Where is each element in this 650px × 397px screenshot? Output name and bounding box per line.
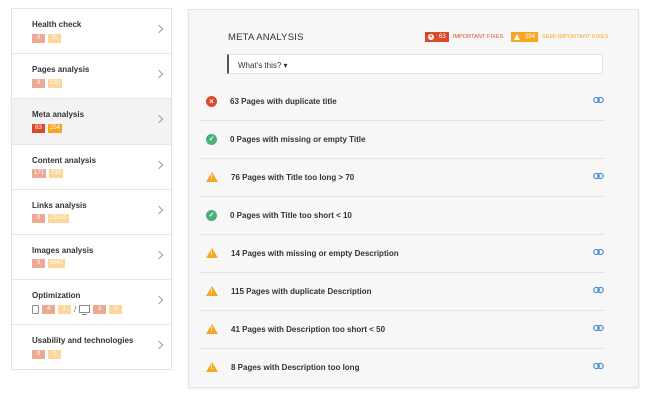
important-count-badge: 0 xyxy=(32,33,45,43)
issue-text: 76 Pages with Title too long > 70 xyxy=(231,172,355,182)
error-icon: × xyxy=(428,34,434,40)
mobile-count-badge: 4 xyxy=(42,304,55,314)
sidebar-item[interactable]: Usability and technologies 0 1 xyxy=(12,325,171,370)
link-icon[interactable] xyxy=(593,286,604,294)
sidebar-item-label: Links analysis xyxy=(32,200,87,210)
sidebar-item-label: Meta analysis xyxy=(32,110,85,120)
issue-text: 14 Pages with missing or empty Descripti… xyxy=(231,248,399,258)
sidebar-item-badges: 0 11 xyxy=(32,33,171,43)
sidebar-item-label: Optimization xyxy=(32,291,81,301)
semi-important-count-badge: 1 xyxy=(48,349,61,359)
semi-important-count-badge: 254 xyxy=(48,123,63,133)
sidebar-item-label: Usability and technologies xyxy=(32,336,134,346)
mobile-icon xyxy=(32,304,39,314)
sidebar-item[interactable]: Links analysis 0 21610 xyxy=(12,190,171,235)
semi-important-count-badge: 21610 xyxy=(48,214,69,224)
issue-text: 0 Pages with Title too short < 10 xyxy=(230,210,352,220)
issue-row: ✓ 0 Pages with missing or empty Title xyxy=(189,120,640,158)
sidebar-item-label: Health check xyxy=(32,20,82,29)
semi-important-fixes-legend: 254 SEMI-IMPORTANT FIXES xyxy=(511,32,609,42)
warning-icon: ! xyxy=(206,286,218,296)
sidebar-item-label: Pages analysis xyxy=(32,65,90,75)
issue-row: ! 8 Pages with Description too long xyxy=(189,348,640,386)
link-icon[interactable] xyxy=(593,172,604,180)
desktop-count-badge: 0 xyxy=(109,304,123,314)
warning-icon xyxy=(514,34,520,40)
sidebar: Health check 0 11 Pages analysis 3 132 Meta an… xyxy=(11,8,172,370)
issue-row: ! 76 Pages with Title too long > 70 xyxy=(189,158,640,196)
semi-important-count-badge: 215 xyxy=(49,169,64,179)
semi-important-fixes-label: SEMI-IMPORTANT FIXES xyxy=(542,34,609,40)
sidebar-item-label: Content analysis xyxy=(32,155,97,165)
issue-row: ! 14 Pages with missing or empty Descript… xyxy=(189,234,640,272)
sidebar-item-badges: 63 254 xyxy=(32,123,171,133)
important-fixes-badge: × 63 xyxy=(425,32,449,42)
link-icon[interactable] xyxy=(593,248,604,256)
meta-analysis-panel: META ANALYSIS × 63 IMPORTANT FIXES 254 S… xyxy=(188,9,639,388)
semi-important-fixes-badge: 254 xyxy=(511,32,539,42)
sidebar-item[interactable]: Content analysis 171 215 xyxy=(12,145,171,190)
sidebar-item-badges: 0 6641 xyxy=(32,259,171,269)
semi-important-count-badge: 11 xyxy=(48,33,61,43)
sidebar-item[interactable]: Meta analysis 63 254 xyxy=(12,99,171,145)
semi-important-fixes-count: 254 xyxy=(525,34,536,40)
sidebar-item[interactable]: Health check 0 11 xyxy=(12,9,171,55)
semi-important-count-badge: 6641 xyxy=(48,259,66,269)
desktop-icon xyxy=(79,305,91,316)
link-icon[interactable] xyxy=(593,362,604,370)
semi-important-count-badge: 132 xyxy=(48,78,63,88)
issue-row: ✓ 0 Pages with Title too short < 10 xyxy=(189,196,640,234)
issue-text: 0 Pages with missing or empty Title xyxy=(230,134,366,144)
issue-text: 41 Pages with Description too short < 50 xyxy=(231,324,386,334)
issue-text: 115 Pages with duplicate Description xyxy=(231,286,372,296)
check-icon: ✓ xyxy=(206,133,217,145)
important-count-badge: 0 xyxy=(32,214,45,224)
panel-title: META ANALYSIS xyxy=(228,32,304,43)
issue-text: 63 Pages with duplicate title xyxy=(230,96,337,106)
important-count-badge: 63 xyxy=(32,123,45,133)
sidebar-item-label: Images analysis xyxy=(32,245,94,255)
issue-text: 8 Pages with Description too long xyxy=(231,362,360,372)
issue-row: × 63 Pages with duplicate title xyxy=(189,82,640,120)
sidebar-item[interactable]: Pages analysis 3 132 xyxy=(12,54,171,100)
important-fixes-label: IMPORTANT FIXES xyxy=(452,34,504,40)
important-count-badge: 171 xyxy=(32,169,47,179)
device-separator: / xyxy=(74,304,77,314)
sidebar-item-badges: 01 xyxy=(32,349,171,359)
issue-list: × 63 Pages with duplicate title ✓ 0 Pages w… xyxy=(189,82,640,386)
sidebar-item-badges: 171 215 xyxy=(32,169,171,179)
warning-icon: ! xyxy=(206,248,218,258)
important-fixes-count: 63 xyxy=(439,34,446,40)
issue-row: ! 115 Pages with duplicate Description xyxy=(189,272,640,310)
warning-icon: ! xyxy=(206,172,218,182)
error-icon: × xyxy=(206,95,217,107)
warning-icon: ! xyxy=(206,324,218,334)
sidebar-item-badges: 0 21610 xyxy=(32,214,171,224)
warning-icon: ! xyxy=(206,362,218,372)
important-count-badge: 3 xyxy=(32,78,45,88)
mobile-count-badge: 1 xyxy=(58,304,71,314)
desktop-count-badge: 1 xyxy=(93,304,107,314)
important-count-badge: 0 xyxy=(32,349,45,359)
important-fixes-legend: × 63 IMPORTANT FIXES xyxy=(425,32,503,42)
issue-row: ! 41 Pages with Description too short < 5… xyxy=(189,310,640,348)
link-icon[interactable] xyxy=(593,324,604,332)
check-icon: ✓ xyxy=(206,209,217,221)
link-icon[interactable] xyxy=(593,96,604,104)
sidebar-item[interactable]: Optimization 4 1/1 0 xyxy=(12,280,171,326)
sidebar-item[interactable]: Images analysis 0 6641 xyxy=(12,235,171,281)
important-count-badge: 0 xyxy=(32,259,45,269)
sidebar-item-badges: 4 1/1 0 xyxy=(32,304,171,316)
whats-this-dropdown[interactable]: What's this? ▾ xyxy=(227,54,603,74)
sidebar-item-badges: 3 132 xyxy=(32,78,171,88)
